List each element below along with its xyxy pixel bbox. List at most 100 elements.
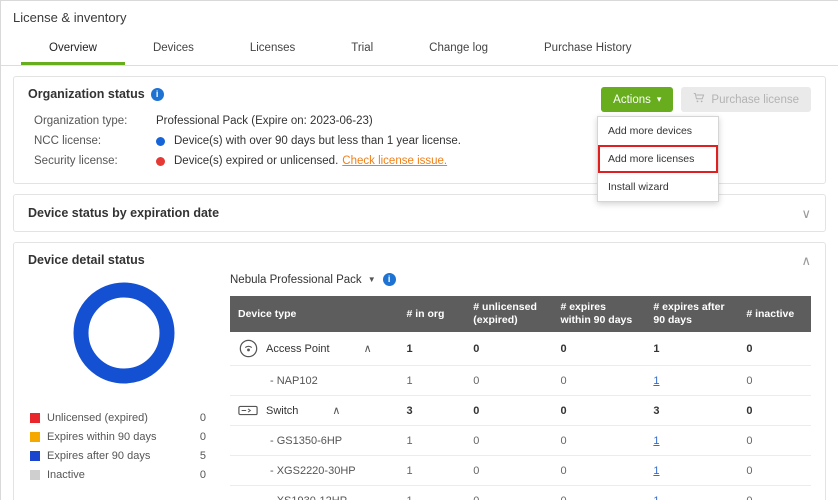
tab-trial[interactable]: Trial <box>323 34 401 65</box>
column-header: # inactive <box>738 296 811 332</box>
license-donut-chart <box>72 281 176 390</box>
organization-status-card: Organization status i Actions ▾ Purchase… <box>13 76 826 184</box>
tab-licenses[interactable]: Licenses <box>222 34 323 65</box>
legend-value: 0 <box>200 431 206 443</box>
tab-change-log[interactable]: Change log <box>401 34 516 65</box>
value-cell: 1 <box>645 456 738 486</box>
value-cell: 0 <box>738 456 811 486</box>
value-cell: 0 <box>738 426 811 456</box>
table-row: - GS1350-6HP10010 <box>230 426 811 456</box>
expires-count-link[interactable]: 1 <box>653 375 659 387</box>
table-row: - XGS2220-30HP10010 <box>230 456 811 486</box>
legend-swatch <box>30 413 40 423</box>
device-type-wrap: Access Point∧ <box>238 339 390 358</box>
value-cell: 0 <box>465 426 552 456</box>
chevron-down-icon[interactable]: ∨ <box>801 207 811 220</box>
legend-swatch <box>30 470 40 480</box>
access-point-icon <box>238 339 258 358</box>
value-cell: 0 <box>552 332 645 366</box>
device-type-cell: Access Point∧ <box>230 332 398 366</box>
tab-bar: OverviewDevicesLicensesTrialChange logPu… <box>1 34 838 66</box>
purchase-license-button[interactable]: Purchase license <box>681 87 811 112</box>
org-row-text: Device(s) with over 90 days but less tha… <box>174 135 461 147</box>
donut-column: Unlicensed (expired)0 Expires within 90 d… <box>28 271 220 500</box>
value-cell: 3 <box>645 396 738 426</box>
legend-item: Inactive0 <box>28 469 220 481</box>
table-row: - XS1930-12HP10010 <box>230 486 811 500</box>
device-table-header-row: Device type# in org# unlicensed (expired… <box>230 296 811 332</box>
device-type-cell: - GS1350-6HP <box>230 426 398 456</box>
legend-value: 5 <box>200 450 206 462</box>
info-icon[interactable]: i <box>151 88 164 101</box>
device-type-wrap: - NAP102 <box>238 375 390 387</box>
device-table-body: Access Point∧10010- NAP10210010Switch∧30… <box>230 332 811 500</box>
cart-icon <box>693 92 705 107</box>
legend-label: Inactive <box>47 469 85 481</box>
value-cell: 0 <box>552 396 645 426</box>
org-row-text: Professional Pack (Expire on: 2023-06-23… <box>156 115 373 127</box>
organization-status-title: Organization status <box>28 87 145 101</box>
device-type-wrap: Switch ∧ <box>238 404 390 417</box>
org-row-label: NCC license: <box>34 135 156 147</box>
table-row: Switch∧30030 <box>230 396 811 426</box>
collapse-chevron-icon[interactable]: ∧ <box>332 404 340 417</box>
legend-label: Expires after 90 days <box>47 450 150 462</box>
device-type-label: Switch <box>266 405 298 417</box>
collapse-chevron-icon[interactable]: ∧ <box>364 342 372 355</box>
value-cell: 0 <box>465 456 552 486</box>
actions-button[interactable]: Actions ▾ <box>601 87 673 112</box>
expires-count-link[interactable]: 1 <box>653 435 659 447</box>
check-license-issue-link[interactable]: Check license issue. <box>342 155 447 167</box>
device-type-label: - GS1350-6HP <box>270 435 342 447</box>
menu-item-add-more-devices[interactable]: Add more devices <box>598 117 718 145</box>
donut-legend: Unlicensed (expired)0 Expires within 90 d… <box>28 412 220 481</box>
value-cell: 0 <box>738 396 811 426</box>
value-cell: 0 <box>738 366 811 396</box>
device-type-cell: Switch ∧ <box>230 396 398 426</box>
org-row-value: Professional Pack (Expire on: 2023-06-23… <box>156 115 373 127</box>
value-cell: 0 <box>552 366 645 396</box>
value-cell: 0 <box>552 456 645 486</box>
value-cell: 0 <box>738 332 811 366</box>
expires-count-link[interactable]: 1 <box>653 495 659 500</box>
expires-count-link[interactable]: 1 <box>653 465 659 477</box>
legend-swatch <box>30 432 40 442</box>
device-type-wrap: - XGS2220-30HP <box>238 465 390 477</box>
menu-item-install-wizard[interactable]: Install wizard <box>598 173 718 201</box>
legend-item: Unlicensed (expired)0 <box>28 412 220 424</box>
column-header: # expires after 90 days <box>645 296 738 332</box>
tab-overview[interactable]: Overview <box>21 34 125 65</box>
device-detail-status-title: Device detail status <box>28 253 145 267</box>
value-cell: 3 <box>398 396 465 426</box>
org-row-value: Device(s) expired or unlicensed.Check li… <box>156 155 447 167</box>
column-header: # unlicensed (expired) <box>465 296 552 332</box>
menu-item-add-more-licenses[interactable]: Add more licenses <box>598 145 718 173</box>
device-detail-status-header[interactable]: Device detail status ∧ <box>28 253 811 267</box>
table-row: Access Point∧10010 <box>230 332 811 366</box>
pack-selector[interactable]: Nebula Professional Pack ▼ <box>230 274 376 286</box>
device-type-label: - NAP102 <box>270 375 318 387</box>
tab-purchase-history[interactable]: Purchase History <box>516 34 660 65</box>
value-cell: 0 <box>465 486 552 500</box>
switch-icon <box>238 404 258 417</box>
value-cell: 1 <box>398 486 465 500</box>
device-type-wrap: - XS1930-12HP <box>238 495 390 500</box>
actions-button-label: Actions <box>613 94 651 106</box>
device-type-wrap: - GS1350-6HP <box>238 435 390 447</box>
value-cell: 0 <box>738 486 811 500</box>
value-cell: 1 <box>645 332 738 366</box>
column-header: # in org <box>398 296 465 332</box>
legend-item: Expires within 90 days0 <box>28 431 220 443</box>
info-icon[interactable]: i <box>383 273 396 286</box>
org-buttons: Actions ▾ Purchase license <box>601 87 811 112</box>
legend-value: 0 <box>200 412 206 424</box>
chevron-up-icon[interactable]: ∧ <box>801 254 811 267</box>
device-detail-table: Device type# in org# unlicensed (expired… <box>230 296 811 500</box>
tab-devices[interactable]: Devices <box>125 34 222 65</box>
value-cell: 1 <box>398 366 465 396</box>
value-cell: 0 <box>552 426 645 456</box>
device-table-column: Nebula Professional Pack ▼ i Device type… <box>220 271 811 500</box>
status-dot-icon <box>156 137 165 146</box>
caret-down-icon: ▼ <box>368 275 376 284</box>
device-detail-body: Unlicensed (expired)0 Expires within 90 d… <box>28 271 811 500</box>
